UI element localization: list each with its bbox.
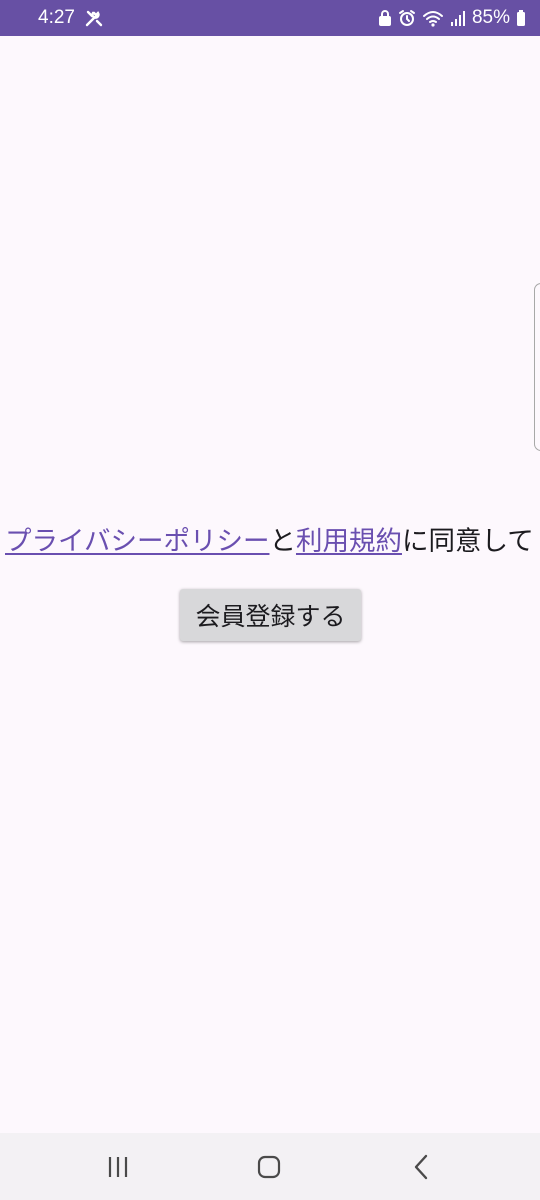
status-right: 85% xyxy=(378,7,526,29)
battery-icon xyxy=(516,9,526,27)
home-icon[interactable] xyxy=(229,1133,309,1200)
recent-apps-icon[interactable] xyxy=(78,1133,158,1200)
tools-icon xyxy=(85,9,103,27)
wifi-icon xyxy=(422,9,444,27)
terms-of-use-link[interactable]: 利用規約 xyxy=(296,526,402,557)
battery-level: 85% xyxy=(471,7,510,28)
status-time: 4:27 xyxy=(38,7,75,28)
consent-text: プライバシーポリシーと利用規約に同意して xyxy=(0,522,540,562)
privacy-policy-link[interactable]: プライバシーポリシー xyxy=(5,526,269,557)
signal-icon xyxy=(450,9,466,27)
register-button[interactable]: 会員登録する xyxy=(180,589,361,641)
consent-conjunction: と xyxy=(269,526,296,557)
alarm-icon xyxy=(398,9,416,27)
edge-panel-handle[interactable] xyxy=(534,283,540,451)
navigation-bar xyxy=(0,1133,540,1200)
status-left: 4:27 xyxy=(38,7,103,29)
status-bar: 4:27 85% xyxy=(0,0,540,36)
lock-icon xyxy=(378,9,392,27)
back-icon[interactable] xyxy=(381,1133,461,1200)
consent-suffix: に同意して xyxy=(401,526,534,557)
